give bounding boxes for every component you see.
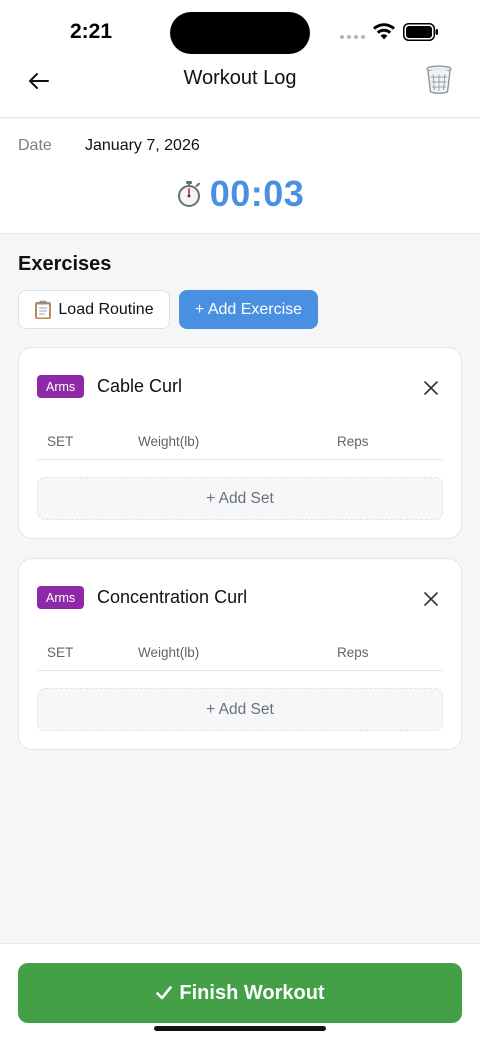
column-reps: Reps	[337, 645, 369, 660]
exercise-card: Arms Concentration Curl SET Weight(lb) R…	[18, 558, 462, 750]
status-bar: 2:21	[0, 0, 480, 60]
close-icon[interactable]	[421, 378, 441, 398]
clipboard-icon	[35, 300, 52, 319]
category-badge: Arms	[37, 586, 85, 609]
exercise-card: Arms Cable Curl SET Weight(lb) Reps + Ad…	[18, 347, 462, 539]
timer: 00:03	[0, 173, 480, 215]
column-weight: Weight(lb)	[138, 645, 200, 660]
column-reps: Reps	[337, 434, 369, 449]
cellular-signal-icon	[340, 35, 365, 39]
date-value[interactable]: January 7, 2026	[85, 137, 200, 155]
home-indicator[interactable]	[154, 1026, 326, 1031]
timer-value: 00:03	[209, 173, 305, 214]
add-exercise-button[interactable]: + Add Exercise	[179, 290, 318, 329]
exercise-name: Cable Curl	[97, 376, 183, 396]
nav-header: Workout Log	[0, 60, 480, 118]
bottom-bar: Finish Workout	[0, 943, 480, 1040]
add-set-button[interactable]: + Add Set	[37, 688, 443, 731]
load-routine-button[interactable]: Load Routine	[18, 290, 170, 329]
checkmark-icon	[156, 986, 173, 1000]
wifi-icon	[373, 23, 395, 40]
page-title: Workout Log	[183, 67, 297, 89]
set-table-header: SET Weight(lb) Reps	[37, 433, 443, 460]
column-weight: Weight(lb)	[138, 434, 200, 449]
column-set: SET	[47, 645, 74, 660]
category-badge: Arms	[37, 375, 85, 398]
load-routine-label: Load Routine	[58, 300, 154, 318]
battery-icon	[403, 23, 438, 41]
finish-workout-button[interactable]: Finish Workout	[18, 963, 462, 1023]
trash-icon[interactable]	[424, 63, 454, 95]
exercise-name: Concentration Curl	[97, 587, 248, 607]
date-label: Date	[18, 137, 52, 154]
status-time: 2:21	[70, 20, 113, 43]
set-table-header: SET Weight(lb) Reps	[37, 644, 443, 671]
add-set-button[interactable]: + Add Set	[37, 477, 443, 520]
close-icon[interactable]	[421, 589, 441, 609]
dynamic-island	[170, 12, 310, 54]
finish-workout-label: Finish Workout	[179, 981, 325, 1004]
exercises-heading: Exercises	[18, 253, 112, 275]
column-set: SET	[47, 434, 74, 449]
session-info: Date January 7, 2026 00:03	[0, 119, 480, 234]
stopwatch-icon	[177, 181, 200, 207]
